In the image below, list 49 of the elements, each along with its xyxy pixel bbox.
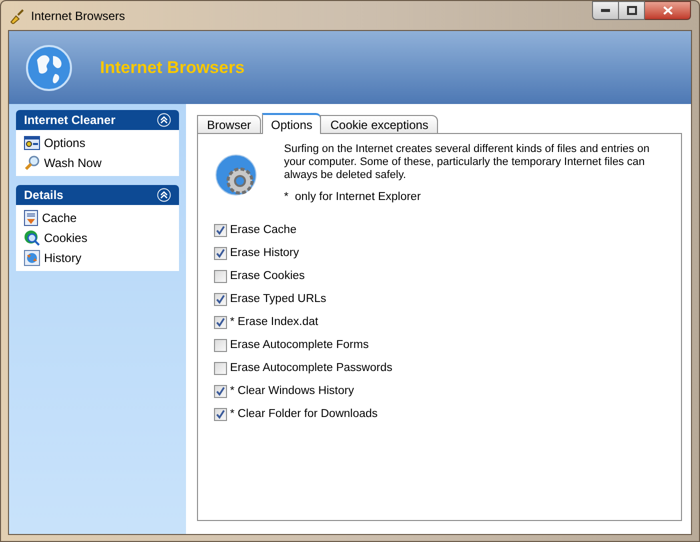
checkbox[interactable]	[214, 362, 227, 375]
globe-icon	[25, 44, 73, 92]
checkbox-label[interactable]: Erase Cookies	[230, 268, 305, 285]
checkbox-label[interactable]: * Clear Windows History	[230, 382, 354, 400]
checkbox-label[interactable]: Erase Cache	[230, 222, 296, 239]
checkbox-label[interactable]: Erase Autocomplete Forms	[230, 336, 369, 354]
description-text: Surfing on the Internet creates several different kinds of files and entries on your computer. Some of these, particularly the temporary Internet files can always be deleted safely.	[284, 143, 650, 182]
maximize-icon	[626, 6, 636, 15]
document-icon	[24, 210, 38, 226]
sidebar-link[interactable]: Cache	[42, 209, 77, 227]
checkbox-label[interactable]: Erase Autocomplete Passwords	[230, 360, 392, 377]
collapse-icon[interactable]	[157, 188, 171, 202]
window-title: Internet Browsers	[31, 8, 126, 24]
header-title: Internet Browsers	[100, 56, 245, 79]
group-title: Details	[24, 187, 64, 204]
sidebar-link[interactable]: Options	[44, 134, 86, 152]
close-button[interactable]	[645, 1, 691, 20]
checkbox-label[interactable]: * Erase Index.dat	[230, 314, 318, 331]
checkbox[interactable]	[214, 384, 227, 398]
tab[interactable]: Options	[262, 113, 322, 134]
broom-icon	[9, 8, 25, 24]
group-title: Internet Cleaner	[24, 112, 116, 129]
checkbox-label[interactable]: Erase History	[230, 244, 300, 262]
minimize-button[interactable]	[592, 1, 619, 20]
sidebar-link[interactable]: Wash Now	[44, 154, 102, 172]
checkbox[interactable]	[214, 270, 227, 283]
tab[interactable]: Cookie exceptions	[320, 115, 438, 134]
tab[interactable]: Browser	[197, 115, 262, 134]
maximize-button[interactable]	[619, 1, 645, 20]
minimize-icon	[601, 9, 610, 12]
globe-search-icon	[24, 230, 40, 246]
window-icon	[24, 136, 40, 150]
checkbox[interactable]	[214, 408, 227, 421]
magnifier-icon	[24, 155, 40, 171]
note-text: * only for Internet Explorer	[284, 190, 422, 205]
checkbox[interactable]	[214, 292, 227, 306]
globe-arrows-icon	[24, 250, 40, 266]
checkbox-label[interactable]: Erase Typed URLs	[230, 290, 326, 308]
checkbox[interactable]	[214, 224, 227, 237]
checkbox[interactable]	[214, 316, 227, 329]
close-icon	[662, 6, 672, 15]
sidebar-link[interactable]: History	[44, 249, 82, 267]
checkbox[interactable]	[214, 338, 227, 352]
group-header[interactable]: Internet Cleaner	[16, 110, 179, 130]
checkbox-label[interactable]: * Clear Folder for Downloads	[230, 406, 378, 423]
collapse-icon[interactable]	[157, 113, 171, 127]
group-header[interactable]: Details	[16, 185, 179, 205]
sidebar-link[interactable]: Cookies	[44, 229, 88, 247]
checkbox[interactable]	[214, 246, 227, 260]
